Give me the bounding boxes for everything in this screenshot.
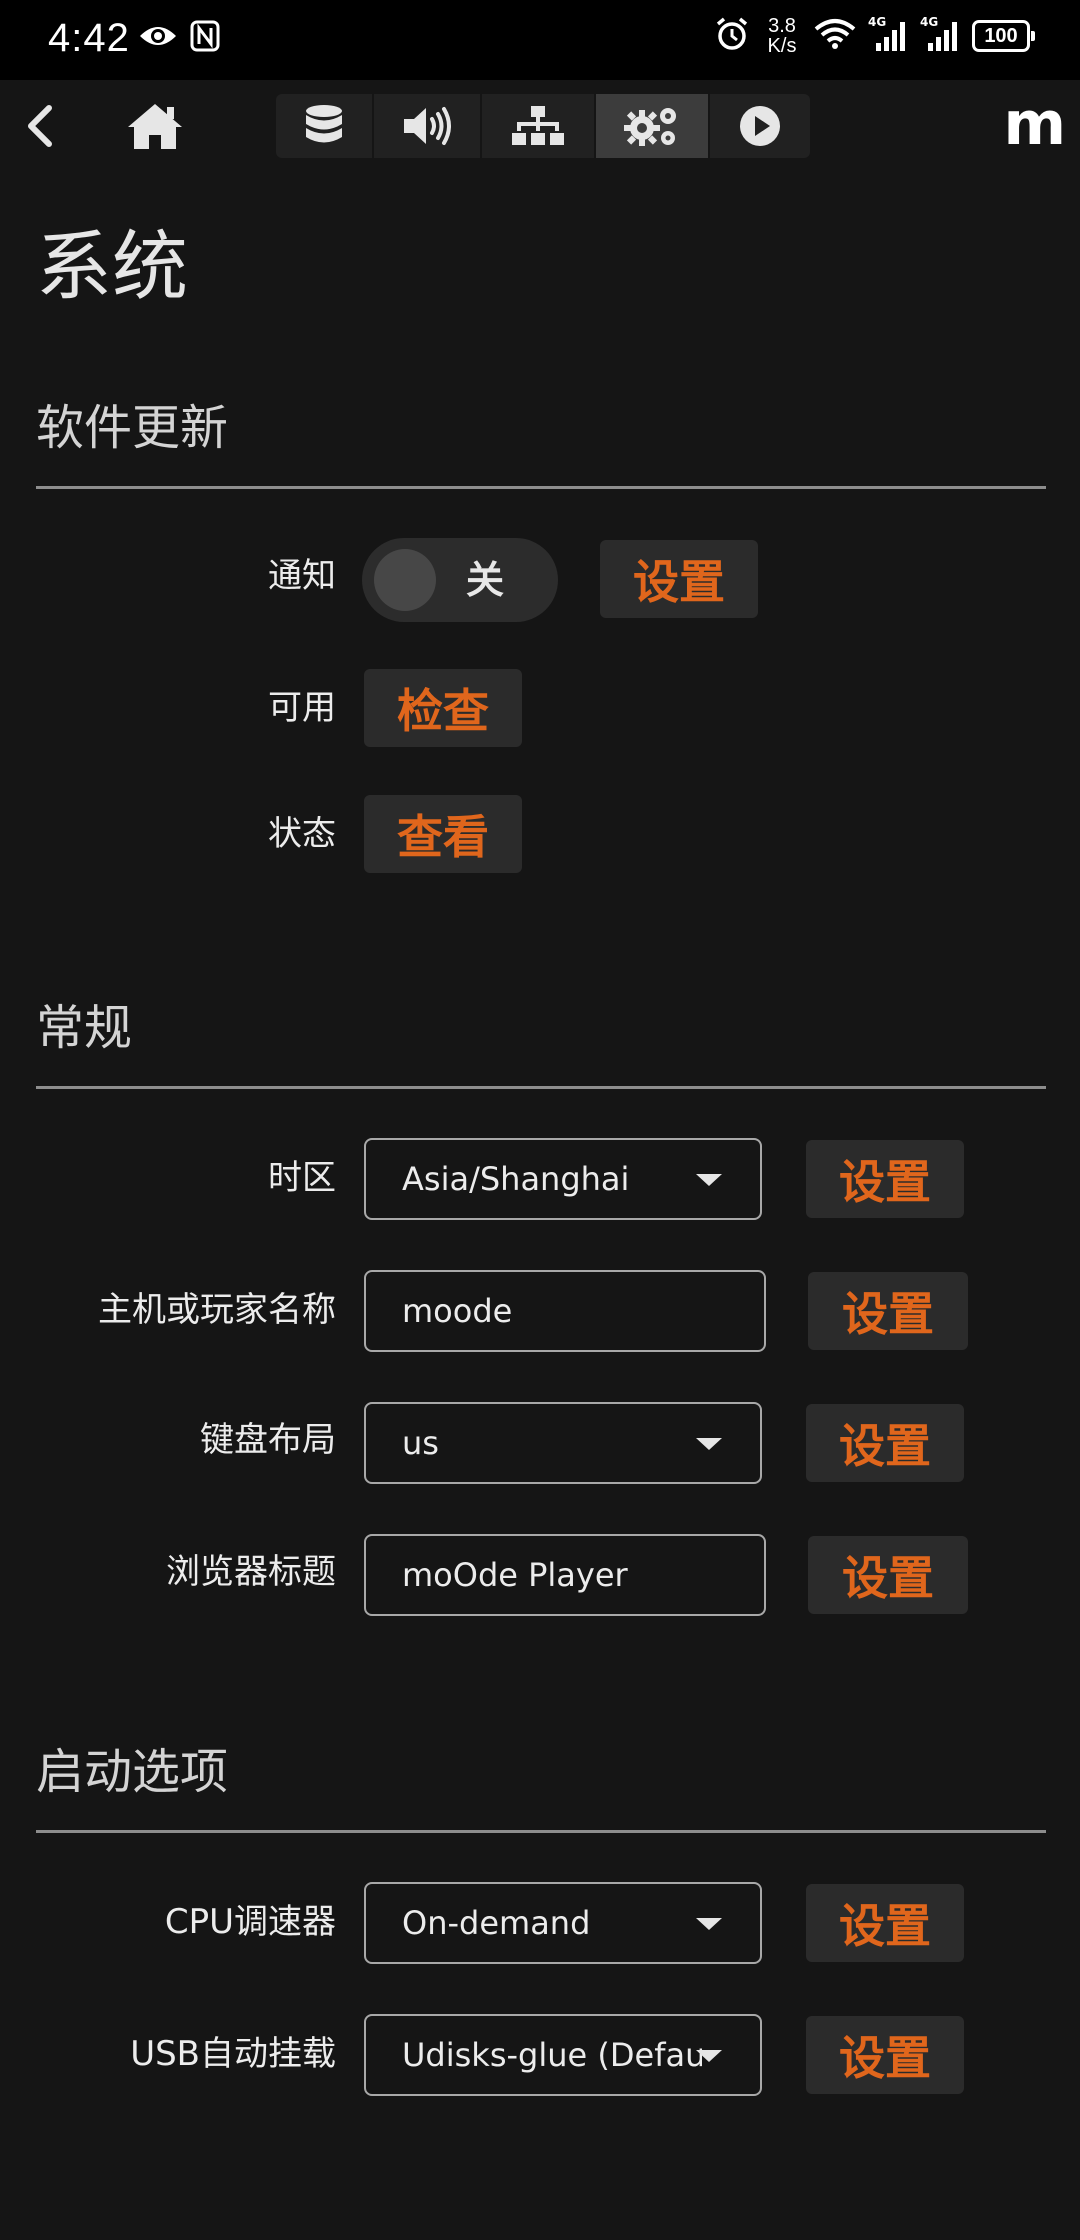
- toggle-state-text: 关: [466, 558, 505, 602]
- brand-logo[interactable]: m: [1003, 94, 1066, 154]
- nav-tab-group: [276, 94, 810, 158]
- notify-set-button[interactable]: 设置: [600, 540, 758, 618]
- status-bar: 4:42 3.8 K/s 4G 4G 100: [0, 0, 1080, 80]
- browser-title-input[interactable]: [402, 1556, 702, 1594]
- cellular-signal-2-icon: 4G: [920, 15, 960, 53]
- usb-automount-selected-value: Udisks-glue (Default): [402, 2036, 702, 2074]
- network-speed-unit: K/s: [767, 35, 797, 57]
- keyboard-selected-value: us: [402, 1424, 439, 1462]
- available-label: 可用: [268, 688, 336, 728]
- play-circle-icon: [740, 106, 780, 146]
- dropdown-caret-icon: [696, 1174, 722, 1186]
- tab-playback[interactable]: [710, 94, 810, 158]
- hostname-field[interactable]: [364, 1270, 766, 1352]
- eye-icon: [138, 22, 178, 54]
- keyboard-label: 键盘布局: [200, 1420, 336, 1460]
- network-type-2: 4G: [920, 15, 939, 29]
- timezone-set-button[interactable]: 设置: [806, 1140, 964, 1218]
- keyboard-select[interactable]: us: [364, 1402, 762, 1484]
- status-label: 状态: [268, 814, 336, 854]
- cpu-governor-select[interactable]: On-demand: [364, 1882, 762, 1964]
- cpu-governor-label: CPU调速器: [164, 1902, 336, 1942]
- tab-library[interactable]: [276, 94, 374, 158]
- section-general: 常规: [36, 998, 1046, 1089]
- tab-audio[interactable]: [374, 94, 482, 158]
- cpu-governor-selected-value: On-demand: [402, 1904, 591, 1942]
- usb-automount-set-button[interactable]: 设置: [806, 2016, 964, 2094]
- nfc-icon: [190, 20, 220, 56]
- usb-automount-label: USB自动挂载: [130, 2034, 336, 2074]
- dropdown-caret-icon: [696, 1918, 722, 1930]
- dropdown-caret-icon: [696, 2050, 722, 2062]
- hostname-set-button[interactable]: 设置: [808, 1272, 968, 1350]
- keyboard-set-button[interactable]: 设置: [806, 1404, 964, 1482]
- usb-automount-select[interactable]: Udisks-glue (Default): [364, 2014, 762, 2096]
- hostname-label: 主机或玩家名称: [98, 1290, 336, 1330]
- tab-network[interactable]: [482, 94, 596, 158]
- gears-icon: [624, 108, 676, 146]
- database-icon: [306, 105, 342, 143]
- hostname-input[interactable]: [402, 1292, 702, 1330]
- page-title: 系统: [36, 222, 188, 311]
- toggle-knob: [374, 549, 436, 611]
- view-status-button[interactable]: 查看: [364, 795, 522, 873]
- notify-toggle[interactable]: 关: [362, 538, 558, 622]
- section-boot-options: 启动选项: [36, 1742, 1046, 1833]
- network-speed: 3.8 K/s: [762, 16, 802, 56]
- timezone-selected-value: Asia/Shanghai: [402, 1160, 630, 1198]
- speaker-icon: [404, 107, 451, 145]
- status-left-icons: [138, 20, 220, 56]
- tab-system[interactable]: [596, 94, 710, 158]
- network-type-1: 4G: [868, 15, 887, 29]
- top-nav-bar: m: [0, 80, 1080, 172]
- cpu-governor-set-button[interactable]: 设置: [806, 1884, 964, 1962]
- browser-title-label: 浏览器标题: [166, 1552, 336, 1592]
- home-button[interactable]: [120, 96, 190, 156]
- network-speed-value: 3.8: [768, 15, 796, 37]
- notify-label: 通知: [268, 556, 336, 596]
- timezone-select[interactable]: Asia/Shanghai: [364, 1138, 762, 1220]
- dropdown-caret-icon: [696, 1438, 722, 1450]
- chevron-left-icon: [28, 105, 52, 147]
- wifi-icon: [814, 18, 856, 54]
- browser-title-field[interactable]: [364, 1534, 766, 1616]
- section-software-update: 软件更新: [36, 398, 1046, 489]
- back-button[interactable]: [18, 104, 62, 148]
- timezone-label: 时区: [268, 1158, 336, 1198]
- status-time: 4:42: [48, 16, 130, 60]
- cellular-signal-1-icon: 4G: [868, 15, 908, 53]
- browser-title-set-button[interactable]: 设置: [808, 1536, 968, 1614]
- home-icon: [128, 104, 182, 149]
- check-update-button[interactable]: 检查: [364, 669, 522, 747]
- alarm-icon: [714, 16, 750, 56]
- status-right-icons: 3.8 K/s 4G 4G 100: [714, 15, 1035, 56]
- battery-level: 100: [984, 24, 1018, 47]
- sitemap-icon: [512, 106, 564, 145]
- battery-icon: 100: [972, 20, 1035, 52]
